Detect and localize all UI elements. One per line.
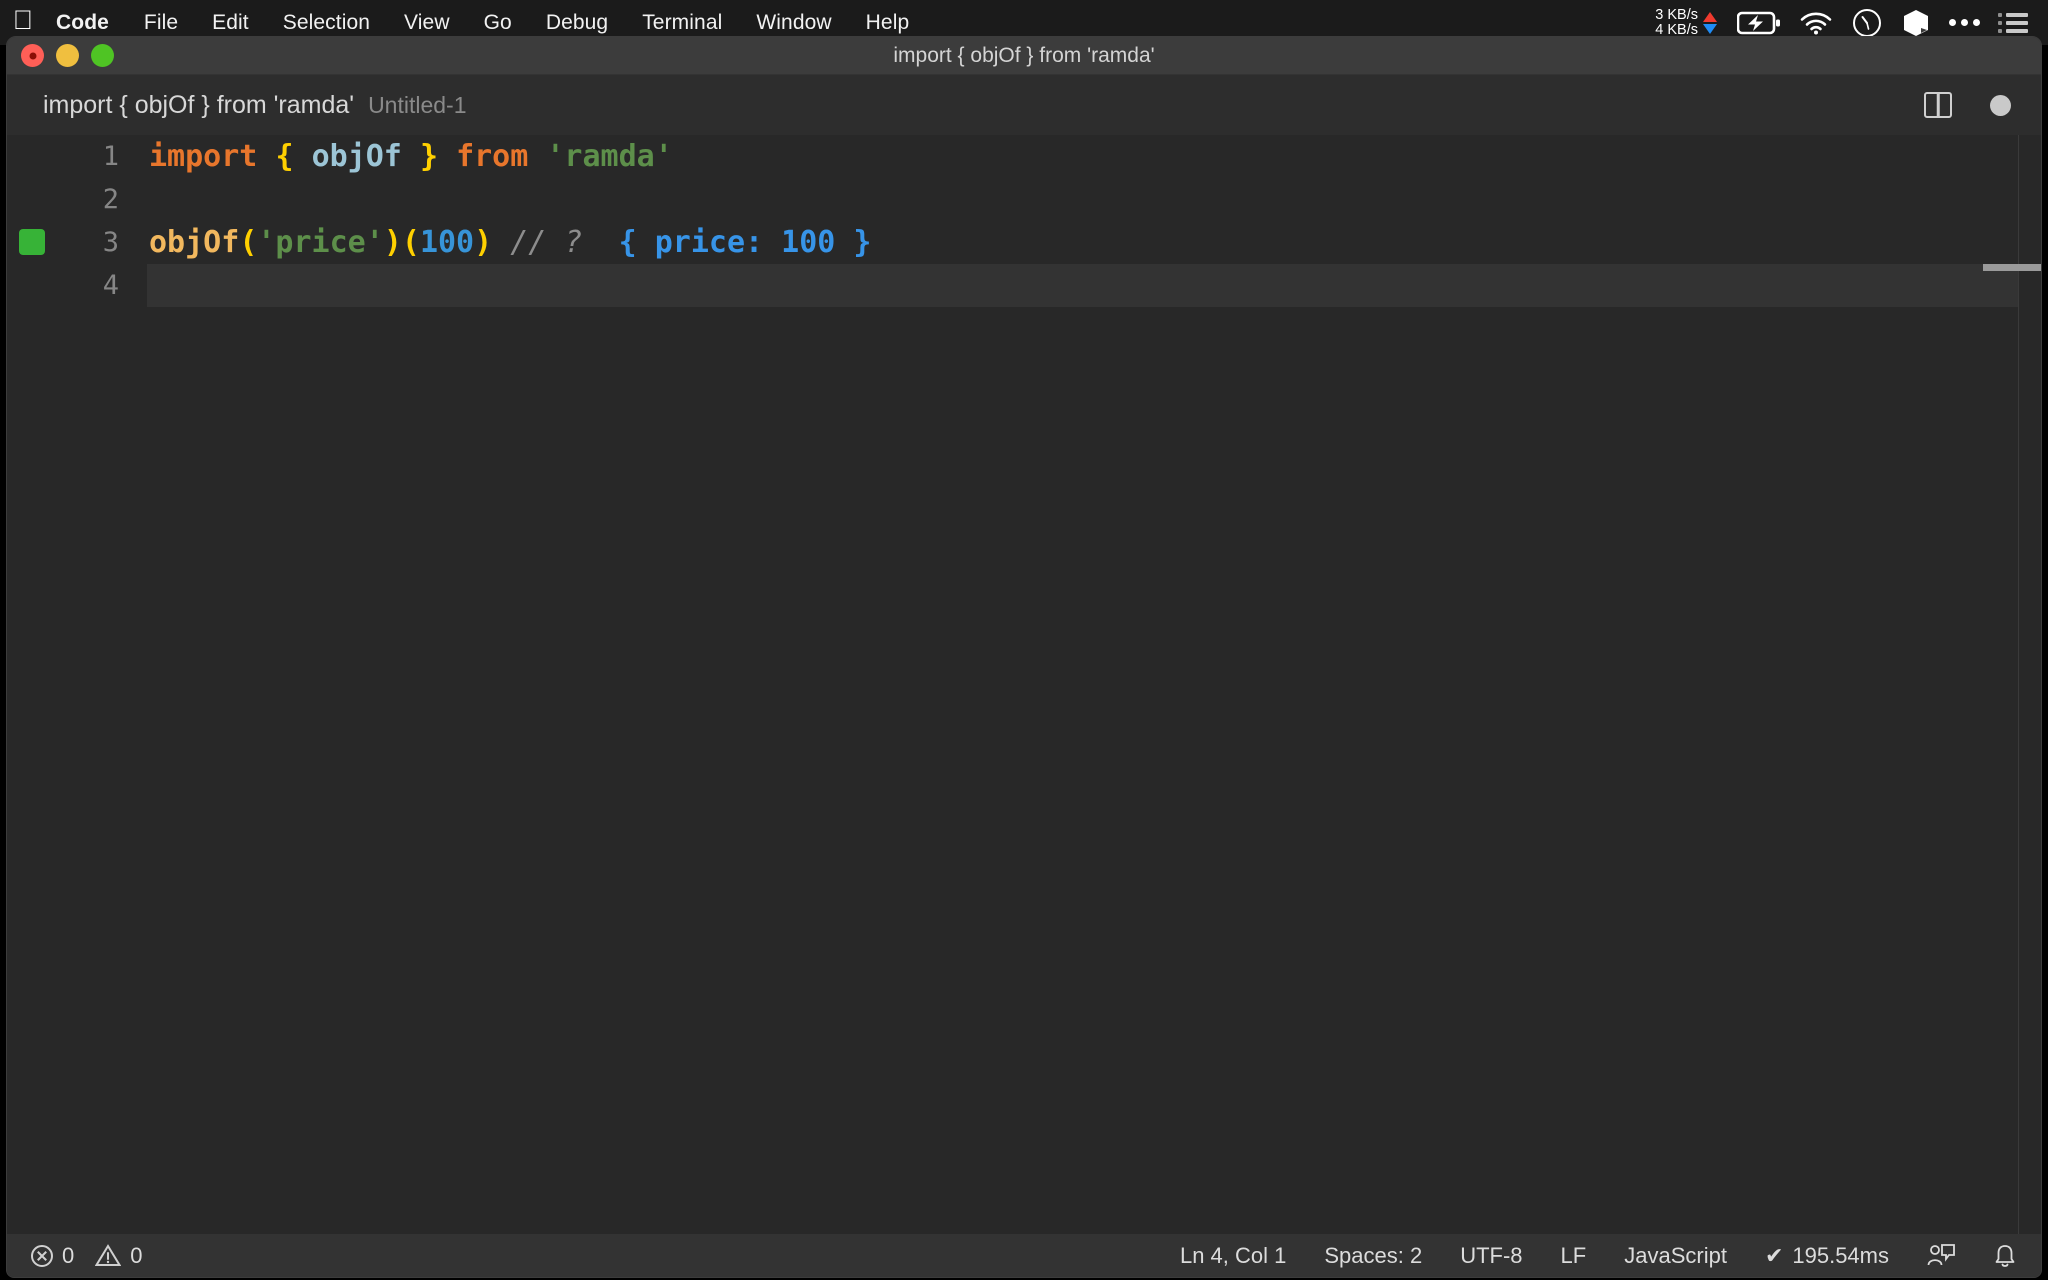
current-line-highlight: [147, 264, 2019, 307]
code-token: (: [401, 225, 420, 260]
clock-icon[interactable]: [1851, 7, 1883, 39]
tab-title[interactable]: import { objOf } from 'ramda': [43, 91, 354, 120]
code-row[interactable]: [147, 264, 2041, 307]
code-row[interactable]: objOf('price')(100) // ? { price: 100 }: [147, 221, 2041, 264]
window-controls: [7, 44, 114, 67]
network-upload-speed: 3 KB/s: [1655, 6, 1698, 23]
code-row[interactable]: import { objOf } from 'ramda': [147, 135, 2041, 178]
download-arrow-icon: [1703, 23, 1717, 34]
code-line-text: import { objOf } from 'ramda': [147, 135, 673, 178]
check-icon: ✔: [1764, 1242, 1784, 1268]
code-token: 'price': [257, 225, 384, 260]
code-token: import: [149, 139, 258, 174]
status-problems[interactable]: 0 0: [31, 1243, 143, 1269]
code-line-text: objOf('price')(100) // ? { price: 100 }: [147, 221, 872, 264]
code-token: objOf: [311, 139, 402, 174]
editor-actions: [1924, 92, 2011, 118]
gutter-row[interactable]: 1: [7, 135, 147, 178]
code-token: {: [275, 139, 294, 174]
overview-ruler-mark: [1983, 264, 2041, 271]
editor-gutter[interactable]: 1 2 3 4: [7, 135, 147, 1236]
error-icon: [31, 1244, 53, 1267]
quokka-live-marker: [19, 229, 45, 255]
warning-icon: [95, 1244, 122, 1267]
line-number: 2: [102, 184, 119, 215]
line-number: 3: [102, 227, 119, 258]
line-number: 4: [102, 270, 119, 301]
code-token: }: [419, 139, 438, 174]
editor-breadcrumb-bar: import { objOf } from 'ramda' Untitled-1: [7, 75, 2041, 135]
network-speed-indicator[interactable]: 3 KB/s 4 KB/s: [1655, 6, 1717, 38]
status-cursor-position[interactable]: Ln 4, Col 1: [1180, 1243, 1286, 1269]
apple-logo-icon[interactable]: : [0, 7, 46, 38]
upload-arrow-icon: [1703, 11, 1717, 22]
status-bar: 0 0 Ln 4, Col 1 Spaces: 2 UTF-8 LF JavaS…: [7, 1234, 2041, 1277]
code-token: ): [474, 225, 493, 260]
code-token: (: [239, 225, 258, 260]
status-eol[interactable]: LF: [1561, 1243, 1587, 1269]
code-token: ): [383, 225, 402, 260]
editor-code-area[interactable]: import { objOf } from 'ramda' objOf('pric…: [147, 135, 2041, 1236]
status-language-mode[interactable]: JavaScript: [1624, 1243, 1727, 1269]
gutter-row[interactable]: 2: [7, 178, 147, 221]
wifi-icon[interactable]: [1799, 11, 1833, 35]
gutter-row[interactable]: 3: [7, 221, 147, 264]
window-titlebar: import { objOf } from 'ramda': [7, 37, 2041, 75]
maximize-button[interactable]: [91, 44, 114, 67]
gutter-row[interactable]: 4: [7, 264, 147, 307]
warning-count: 0: [130, 1242, 143, 1268]
control-center-icon[interactable]: [1998, 12, 2028, 33]
box-icon[interactable]: [1901, 8, 1931, 38]
split-editor-icon[interactable]: [1924, 92, 1952, 118]
status-encoding[interactable]: UTF-8: [1460, 1243, 1522, 1269]
code-token: { price: 100 }: [618, 225, 872, 260]
code-token: from: [456, 139, 529, 174]
notifications-bell-icon[interactable]: [1993, 1243, 2017, 1269]
line-number: 1: [102, 141, 119, 172]
code-token: 'ramda': [546, 139, 673, 174]
close-button[interactable]: [21, 44, 44, 67]
code-line-text: [147, 264, 149, 307]
status-indentation[interactable]: Spaces: 2: [1324, 1243, 1422, 1269]
editor-scrollbar[interactable]: [1983, 135, 2041, 1236]
window-title: import { objOf } from 'ramda': [893, 43, 1155, 67]
runtime-duration: 195.54ms: [1792, 1242, 1889, 1268]
status-quokka-runtime[interactable]: ✔ 195.54ms: [1765, 1243, 1889, 1269]
unsaved-changes-dot[interactable]: [1990, 94, 2011, 116]
code-token: // ?: [510, 225, 583, 260]
battery-charging-icon[interactable]: [1737, 11, 1781, 35]
ellipsis-icon[interactable]: [1949, 19, 1980, 26]
code-editor[interactable]: 1234 import { objOf } from 'ramda' objOf(…: [7, 135, 2041, 1236]
code-token: objOf: [149, 225, 240, 260]
feedback-person-icon[interactable]: [1927, 1243, 1955, 1269]
minimize-button[interactable]: [56, 44, 79, 67]
code-token: 100: [419, 225, 475, 260]
error-count: 0: [62, 1242, 75, 1268]
vscode-window: import { objOf } from 'ramda' import { o…: [6, 36, 2042, 1278]
code-line-text: [147, 178, 149, 221]
code-row[interactable]: [147, 178, 2041, 221]
tab-filename[interactable]: Untitled-1: [368, 92, 466, 119]
